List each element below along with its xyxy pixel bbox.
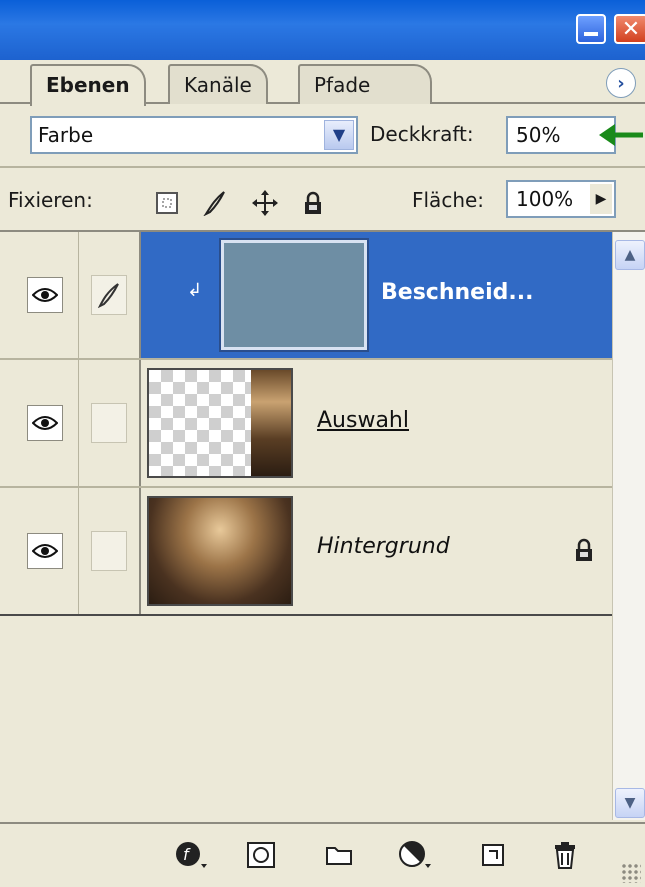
chevron-right-icon[interactable]: ▶ bbox=[590, 184, 612, 214]
layer-content: Auswahl bbox=[141, 360, 612, 486]
fill-value: 100% bbox=[516, 187, 574, 211]
layer-row-auswahl[interactable]: Auswahl bbox=[0, 360, 612, 488]
close-icon[interactable]: ✕ bbox=[614, 14, 645, 44]
visibility-cell[interactable] bbox=[12, 360, 79, 486]
layer-mask-icon[interactable] bbox=[244, 838, 278, 872]
lock-transparent-icon[interactable] bbox=[154, 190, 180, 216]
scroll-up-icon[interactable]: ▲ bbox=[615, 240, 645, 270]
layer-style-icon[interactable]: f bbox=[174, 838, 208, 872]
eye-icon[interactable] bbox=[27, 405, 63, 441]
layer-name[interactable]: Auswahl bbox=[317, 408, 409, 433]
new-layer-icon[interactable] bbox=[476, 838, 510, 872]
scrollbar[interactable]: ▲ ▼ bbox=[612, 232, 645, 820]
layer-thumbnail bbox=[147, 368, 293, 478]
lock-position-icon[interactable] bbox=[252, 190, 278, 216]
fill-field[interactable]: 100% ▶ bbox=[506, 180, 616, 218]
tab-kanaele[interactable]: Kanäle bbox=[168, 64, 268, 104]
layer-thumbnail bbox=[219, 238, 369, 352]
lock-all-icon[interactable] bbox=[300, 190, 326, 216]
eye-icon[interactable] bbox=[27, 533, 63, 569]
annotation-arrow-icon bbox=[599, 124, 643, 146]
tab-pfade[interactable]: Pfade bbox=[298, 64, 433, 104]
blend-row: Farbe ▼ Deckkraft: 50% bbox=[0, 104, 645, 168]
clipping-arrow-icon: ↲ bbox=[187, 280, 203, 301]
eye-icon[interactable] bbox=[27, 277, 63, 313]
bottom-toolbar: f bbox=[0, 822, 645, 887]
tab-ebenen[interactable]: Ebenen bbox=[30, 64, 146, 106]
layer-thumbnail bbox=[147, 496, 293, 606]
panel-menu-icon[interactable]: › bbox=[606, 68, 636, 98]
opacity-value: 50% bbox=[516, 123, 561, 147]
chevron-down-icon[interactable]: ▼ bbox=[324, 120, 354, 150]
title-bar: ✕ bbox=[0, 0, 645, 60]
visibility-cell[interactable] bbox=[12, 232, 79, 358]
link-empty-box bbox=[91, 531, 127, 571]
scroll-down-icon[interactable]: ▼ bbox=[615, 788, 645, 818]
layer-name[interactable]: Hintergrund bbox=[317, 534, 450, 559]
lock-icon bbox=[573, 538, 595, 566]
fill-label: Fläche: bbox=[412, 188, 485, 212]
opacity-label: Deckkraft: bbox=[370, 122, 474, 146]
layer-content: ↲ Beschneid... bbox=[141, 232, 612, 358]
adjustment-layer-icon[interactable] bbox=[398, 838, 432, 872]
resize-grip[interactable] bbox=[621, 863, 641, 883]
tab-bar: Ebenen Kanäle Pfade bbox=[0, 60, 645, 106]
layer-row-beschneid[interactable]: ↲ Beschneid... bbox=[0, 232, 612, 360]
link-cell[interactable] bbox=[79, 360, 141, 486]
photo-strip bbox=[251, 370, 291, 476]
link-cell[interactable] bbox=[79, 488, 141, 614]
blend-mode-value: Farbe bbox=[38, 123, 94, 147]
layer-name[interactable]: Beschneid... bbox=[381, 280, 533, 305]
layers-panel: ✕ Ebenen Kanäle Pfade › Farbe ▼ Deckkraf… bbox=[0, 0, 645, 887]
layer-row-hintergrund[interactable]: Hintergrund bbox=[0, 488, 612, 616]
link-cell[interactable] bbox=[79, 232, 141, 358]
delete-layer-icon[interactable] bbox=[548, 838, 582, 872]
link-empty-box bbox=[91, 403, 127, 443]
lock-image-icon[interactable] bbox=[202, 190, 228, 216]
visibility-cell[interactable] bbox=[12, 488, 79, 614]
lock-row: Fixieren: Fläche: 100% ▶ bbox=[0, 168, 645, 232]
new-group-icon[interactable] bbox=[322, 838, 356, 872]
blend-mode-select[interactable]: Farbe ▼ bbox=[30, 116, 358, 154]
layers-list: ↲ Beschneid... Auswahl Hintergrund bbox=[0, 232, 612, 620]
brush-icon bbox=[91, 275, 127, 315]
lock-label: Fixieren: bbox=[8, 188, 93, 212]
layer-content: Hintergrund bbox=[141, 488, 612, 614]
minimize-icon[interactable] bbox=[576, 14, 606, 44]
